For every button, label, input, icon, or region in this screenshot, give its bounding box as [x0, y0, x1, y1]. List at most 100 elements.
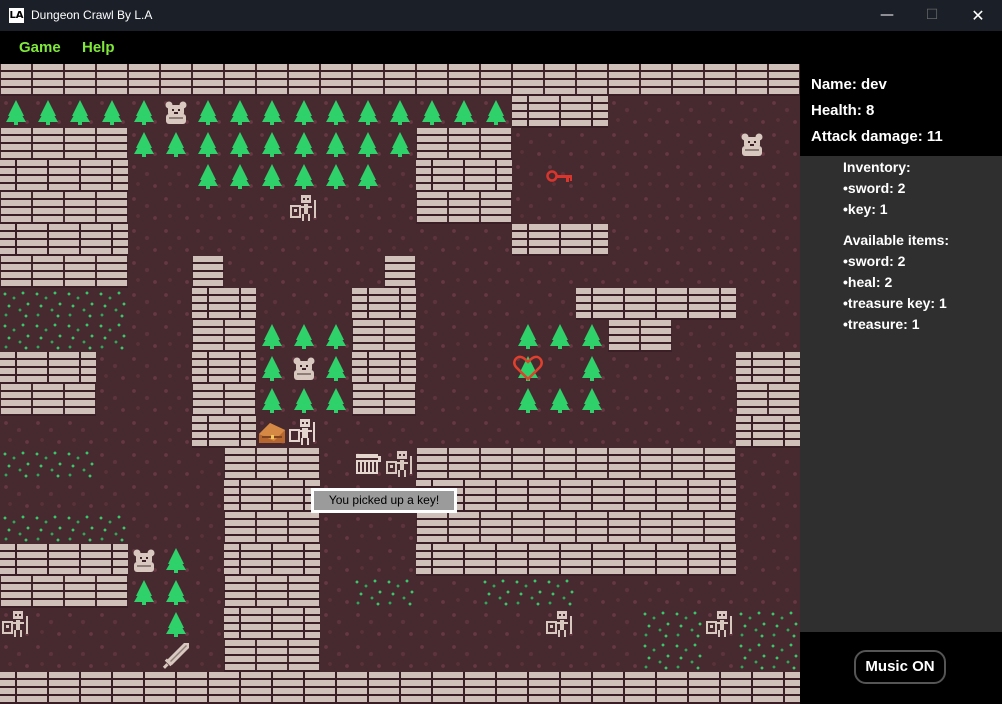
floor-tile	[640, 256, 672, 288]
tree-icon	[32, 96, 64, 128]
wall-tile	[96, 128, 128, 160]
tree-icon	[224, 96, 256, 128]
wall-tile	[608, 544, 640, 576]
floor-tile	[160, 288, 192, 320]
floor-tile	[128, 256, 160, 288]
maximize-button[interactable]: ☐	[909, 0, 955, 31]
wall-tile	[576, 64, 608, 96]
wall-tile	[480, 480, 512, 512]
tree-icon	[288, 320, 320, 352]
wall-tile	[224, 320, 256, 352]
floor-tile	[448, 256, 480, 288]
tree-icon	[448, 96, 480, 128]
floor-tile	[768, 512, 800, 544]
floor-tile	[672, 160, 704, 192]
menu-help[interactable]: Help	[82, 39, 115, 56]
floor-tile	[160, 160, 192, 192]
floor-tile	[416, 640, 448, 672]
floor-tile	[128, 416, 160, 448]
wall-tile	[32, 576, 64, 608]
floor-tile	[576, 640, 608, 672]
tree-icon	[160, 544, 192, 576]
wall-tile	[480, 128, 512, 160]
floor-tile	[448, 352, 480, 384]
floor-tile	[672, 384, 704, 416]
wall-tile	[416, 544, 448, 576]
floor-tile	[576, 608, 608, 640]
floor-tile	[128, 512, 160, 544]
floor-tile	[352, 192, 384, 224]
floor-tile	[736, 256, 768, 288]
wall-tile	[608, 672, 640, 704]
menu-game[interactable]: Game	[19, 39, 61, 56]
wall-tile	[672, 544, 704, 576]
floor-tile	[608, 416, 640, 448]
tree-icon	[576, 320, 608, 352]
wall-tile	[288, 544, 320, 576]
floor-tile	[608, 192, 640, 224]
skeleton-monster-icon	[384, 448, 416, 480]
wall-tile	[480, 192, 512, 224]
wall-tile	[192, 256, 224, 288]
grass-tile	[384, 576, 416, 608]
floor-tile	[128, 608, 160, 640]
wall-tile	[256, 544, 288, 576]
wall-tile	[224, 416, 256, 448]
floor-tile	[768, 256, 800, 288]
floor-tile	[640, 192, 672, 224]
grass-tile	[64, 288, 96, 320]
floor-tile	[608, 256, 640, 288]
minimize-button[interactable]: —	[864, 0, 910, 31]
grass-tile	[0, 512, 32, 544]
floor-tile	[192, 512, 224, 544]
floor-tile	[544, 192, 576, 224]
tree-icon	[288, 128, 320, 160]
tree-icon	[256, 384, 288, 416]
floor-tile	[384, 544, 416, 576]
wall-tile	[224, 384, 256, 416]
wall-tile	[224, 480, 256, 512]
floor-tile	[320, 288, 352, 320]
wall-tile	[672, 288, 704, 320]
floor-tile	[384, 224, 416, 256]
floor-tile	[608, 96, 640, 128]
floor-tile	[448, 608, 480, 640]
floor-tile	[320, 608, 352, 640]
wall-tile	[352, 352, 384, 384]
window-title: Dungeon Crawl By L.A	[31, 8, 153, 22]
floor-tile	[384, 512, 416, 544]
game-map[interactable]: You picked up a key!	[0, 64, 800, 704]
floor-tile	[512, 416, 544, 448]
close-button[interactable]: ✕	[955, 0, 1001, 31]
floor-tile	[736, 576, 768, 608]
wall-tile	[448, 448, 480, 480]
floor-tile	[736, 448, 768, 480]
menu-bar: Game Help	[0, 31, 1002, 64]
floor-tile	[64, 640, 96, 672]
tree-icon	[512, 384, 544, 416]
wall-tile	[64, 576, 96, 608]
wall-tile	[640, 320, 672, 352]
tree-icon	[320, 320, 352, 352]
floor-tile	[0, 416, 32, 448]
wall-tile	[128, 672, 160, 704]
music-toggle-button[interactable]: Music ON	[854, 650, 946, 684]
wall-tile	[256, 608, 288, 640]
floor-tile	[768, 128, 800, 160]
floor-tile	[416, 320, 448, 352]
floor-tile	[672, 416, 704, 448]
wall-tile	[448, 512, 480, 544]
floor-tile	[384, 416, 416, 448]
tree-icon	[576, 384, 608, 416]
wall-tile	[576, 96, 608, 128]
floor-tile	[640, 96, 672, 128]
wall-tile	[448, 128, 480, 160]
wall-tile	[544, 96, 576, 128]
floor-tile	[480, 640, 512, 672]
wall-tile	[64, 544, 96, 576]
grass-tile	[64, 512, 96, 544]
wall-tile	[32, 224, 64, 256]
floor-tile	[320, 224, 352, 256]
wall-tile	[576, 448, 608, 480]
floor-tile	[640, 384, 672, 416]
